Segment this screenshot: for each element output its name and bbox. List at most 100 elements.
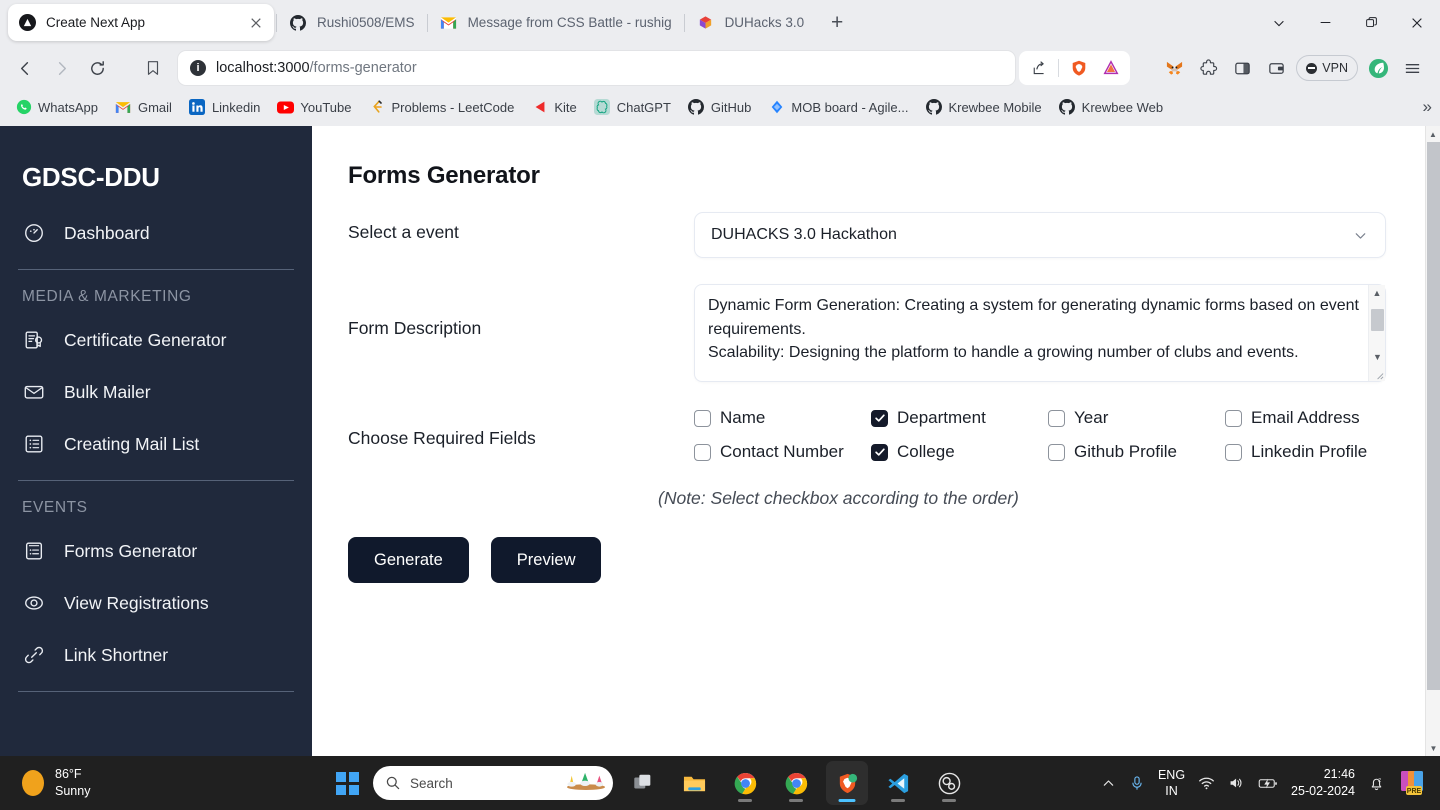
checkbox-email-address[interactable]: Email Address — [1225, 408, 1394, 428]
checkbox-box-checked[interactable] — [871, 443, 888, 461]
description-label: Form Description — [348, 318, 482, 338]
bookmark-item[interactable]: Krewbee Mobile — [918, 96, 1048, 119]
gmail-icon — [115, 99, 132, 116]
bat-rewards-icon[interactable] — [1096, 53, 1126, 83]
bookmark-item[interactable]: ChatGPT — [587, 96, 678, 119]
bookmark-item[interactable]: GitHub — [681, 96, 758, 119]
scroll-up-arrow-icon[interactable]: ▲ — [1369, 285, 1385, 301]
description-textarea[interactable]: Dynamic Form Generation: Creating a syst… — [694, 284, 1386, 382]
bookmark-icon[interactable] — [136, 51, 170, 85]
address-bar[interactable]: i localhost:3000/forms-generator — [178, 51, 1016, 85]
sidebar-item-link-shortner[interactable]: Link Shortner — [18, 629, 294, 681]
browser-tab[interactable]: DUHacks 3.0 — [687, 4, 815, 41]
browser-tab-active[interactable]: Create Next App — [8, 4, 274, 41]
checkbox-box[interactable] — [1225, 443, 1242, 461]
notification-bell-muted-icon[interactable]: z — [1368, 775, 1385, 792]
bookmark-item[interactable]: YouTube — [270, 96, 358, 119]
bookmark-item[interactable]: Problems - LeetCode — [361, 96, 521, 119]
sidebar-item-certificate-generator[interactable]: Certificate Generator — [18, 314, 294, 366]
maximize-restore-button[interactable] — [1348, 0, 1394, 45]
taskbar-search-box[interactable]: Search — [373, 766, 613, 800]
checkbox-contact-number[interactable]: Contact Number — [694, 442, 871, 462]
bookmark-item[interactable]: Gmail — [108, 96, 179, 119]
sidebar-item-dashboard[interactable]: Dashboard — [18, 207, 294, 259]
wallet-icon[interactable] — [1262, 54, 1290, 82]
close-button[interactable] — [1394, 0, 1440, 45]
bookmark-item[interactable]: Krewbee Web — [1052, 96, 1170, 119]
bookmark-item[interactable]: Kite — [524, 96, 583, 119]
pre-app-icon[interactable]: PRE — [1398, 769, 1426, 797]
taskbar-clock[interactable]: 21:46 25-02-2024 — [1291, 766, 1355, 800]
scroll-down-arrow-icon[interactable]: ▼ — [1426, 740, 1440, 756]
new-tab-button[interactable]: + — [822, 8, 852, 38]
tab-separator — [426, 13, 428, 32]
checkbox-box[interactable] — [694, 443, 711, 461]
tab-search-chevron-icon[interactable] — [1256, 0, 1302, 45]
obs-studio-icon[interactable] — [928, 761, 970, 805]
sidebar-item-creating-mail-list[interactable]: Creating Mail List — [18, 418, 294, 470]
checkbox-box[interactable] — [694, 409, 711, 427]
puzzle-extensions-icon[interactable] — [1194, 54, 1222, 82]
jira-icon — [768, 99, 785, 116]
scroll-down-arrow-icon[interactable]: ▼ — [1369, 349, 1386, 365]
leaf-profile-icon[interactable] — [1364, 54, 1392, 82]
share-icon[interactable] — [1023, 53, 1053, 83]
checkbox-box[interactable] — [1048, 409, 1065, 427]
sidebar-item-bulk-mailer[interactable]: Bulk Mailer — [18, 366, 294, 418]
preview-button[interactable]: Preview — [490, 537, 602, 583]
event-select[interactable]: DUHACKS 3.0 Hackathon — [694, 212, 1386, 258]
sidebar-icon[interactable] — [1228, 54, 1256, 82]
task-view-icon[interactable] — [622, 761, 664, 805]
microphone-icon[interactable] — [1129, 775, 1145, 791]
checkbox-name[interactable]: Name — [694, 408, 871, 428]
hamburger-menu-icon[interactable] — [1398, 54, 1426, 82]
scrollbar-thumb[interactable] — [1371, 309, 1384, 331]
vscode-icon[interactable] — [877, 761, 919, 805]
reload-icon[interactable] — [80, 51, 114, 85]
language-indicator[interactable]: ENG IN — [1158, 767, 1185, 800]
browser-tab[interactable]: Message from CSS Battle - rushigano — [430, 4, 682, 41]
bookmark-item[interactable]: MOB board - Agile... — [761, 96, 915, 119]
forward-arrow-icon[interactable] — [44, 51, 78, 85]
bookmark-item[interactable]: Linkedin — [182, 96, 267, 119]
show-hidden-icons-chevron-icon[interactable] — [1101, 776, 1116, 791]
wifi-icon[interactable] — [1198, 775, 1215, 791]
resize-grip-icon[interactable] — [1373, 369, 1384, 380]
bookmark-label: Krewbee Web — [1081, 99, 1164, 115]
sidebar-item-view-registrations[interactable]: View Registrations — [18, 577, 294, 629]
generate-button[interactable]: Generate — [348, 537, 469, 583]
brave-shields-icon[interactable] — [1064, 53, 1094, 83]
scroll-up-arrow-icon[interactable]: ▲ — [1426, 126, 1440, 142]
checkbox-box[interactable] — [1225, 409, 1242, 427]
browser-tab[interactable]: Rushi0508/EMS — [279, 4, 425, 41]
windows-start-icon[interactable] — [330, 766, 364, 800]
minimize-button[interactable] — [1302, 0, 1348, 45]
sidebar-item-forms-generator[interactable]: Forms Generator — [18, 525, 294, 577]
checkbox-linkedin-profile[interactable]: Linkedin Profile — [1225, 442, 1394, 462]
checkbox-github-profile[interactable]: Github Profile — [1048, 442, 1225, 462]
back-arrow-icon[interactable] — [8, 51, 42, 85]
speaker-icon[interactable] — [1228, 775, 1245, 791]
page-scrollbar-thumb[interactable] — [1427, 142, 1440, 690]
page-scrollbar[interactable]: ▲ ▼ — [1425, 126, 1440, 756]
search-icon — [385, 775, 401, 791]
file-explorer-icon[interactable] — [673, 761, 715, 805]
vpn-button[interactable]: VPN — [1296, 55, 1358, 81]
textarea-scrollbar[interactable]: ▲ ▼ — [1368, 285, 1385, 381]
bookmarks-overflow-button[interactable]: » — [1423, 97, 1432, 117]
close-icon[interactable] — [248, 15, 264, 31]
sun-icon — [22, 770, 44, 796]
checkbox-department[interactable]: Department — [871, 408, 1048, 428]
checkbox-box-checked[interactable] — [871, 409, 888, 427]
chrome-icon[interactable] — [724, 761, 766, 805]
taskbar-weather-widget[interactable]: 86°F Sunny — [0, 766, 330, 800]
site-info-icon[interactable]: i — [190, 60, 206, 76]
checkbox-college[interactable]: College — [871, 442, 1048, 462]
checkbox-year[interactable]: Year — [1048, 408, 1225, 428]
checkbox-box[interactable] — [1048, 443, 1065, 461]
brave-browser-icon[interactable] — [826, 761, 868, 805]
metamask-icon[interactable] — [1160, 54, 1188, 82]
battery-charging-icon[interactable] — [1258, 776, 1278, 791]
chrome-beta-icon[interactable] — [775, 761, 817, 805]
bookmark-item[interactable]: WhatsApp — [8, 96, 105, 119]
